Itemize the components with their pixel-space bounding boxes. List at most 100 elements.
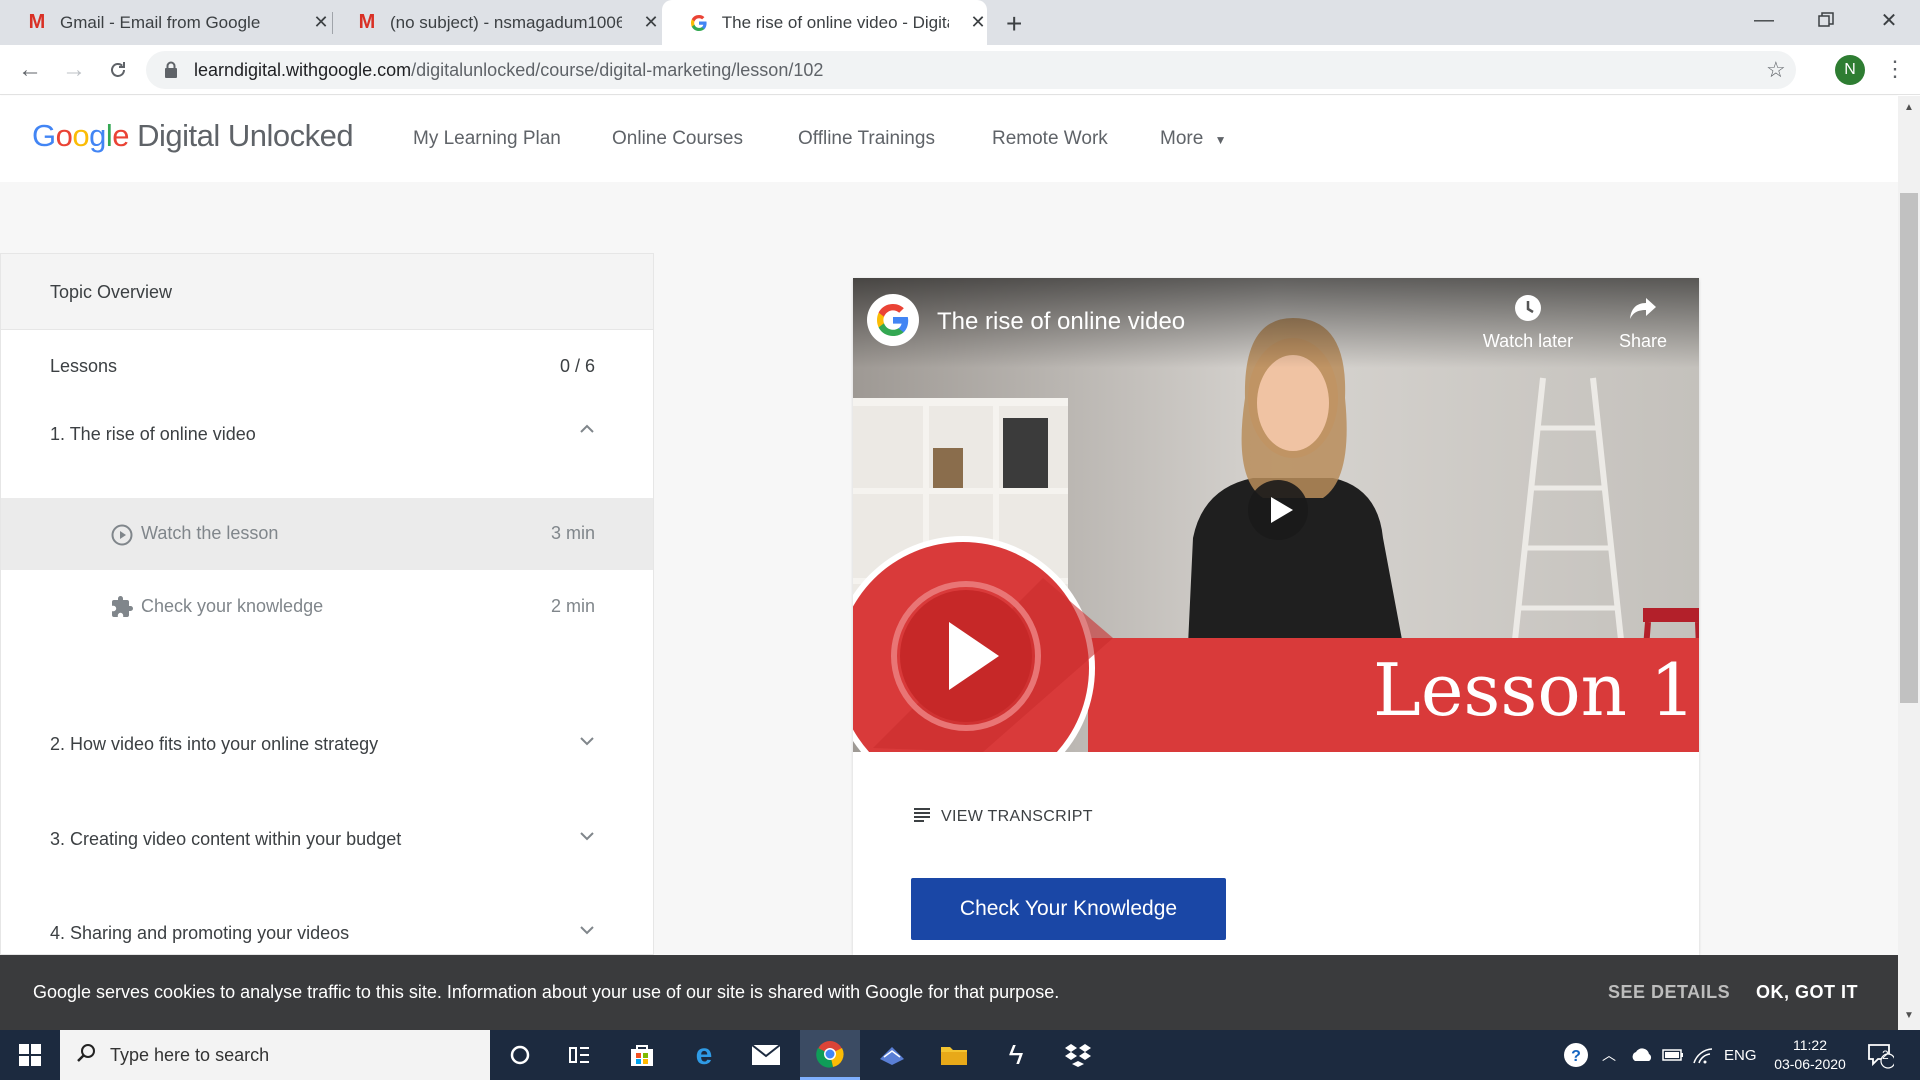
back-icon[interactable]: ←: [10, 45, 50, 95]
tab-no-subject[interactable]: M (no subject) - nsmagadum1006@ ✕: [330, 0, 660, 45]
windows-taskbar: Type here to search e ϟ ? ︿ ENG 11:22 03…: [0, 1030, 1920, 1080]
help-tray-icon[interactable]: ?: [1562, 1030, 1590, 1080]
module-row-2[interactable]: 2. How video fits into your online strat…: [1, 714, 653, 778]
windows-start-icon[interactable]: [0, 1030, 60, 1080]
tab-rise-of-online-video[interactable]: The rise of online video - Digital U ✕: [662, 0, 987, 45]
forward-icon[interactable]: →: [54, 45, 94, 95]
tab-title: (no subject) - nsmagadum1006@: [390, 12, 622, 32]
google-digital-unlocked-logo[interactable]: Google Digital Unlocked: [32, 118, 354, 154]
share-button[interactable]: Share: [1608, 294, 1678, 352]
profile-avatar[interactable]: N: [1835, 55, 1865, 85]
channel-avatar[interactable]: [867, 294, 919, 346]
scroll-up-icon[interactable]: ▲: [1904, 102, 1914, 113]
dropbox-icon[interactable]: [1048, 1030, 1108, 1080]
lesson-item-label: Watch the lesson: [141, 523, 279, 543]
tab-title: Gmail - Email from Google: [60, 12, 261, 32]
task-view-icon[interactable]: [550, 1030, 610, 1080]
nav-offline-trainings[interactable]: Offline Trainings: [798, 128, 935, 150]
watch-later-button[interactable]: Watch later: [1478, 294, 1578, 352]
nav-online-courses[interactable]: Online Courses: [612, 128, 743, 150]
gmail-icon: M: [358, 11, 376, 33]
clock-icon: [1478, 294, 1578, 327]
battery-icon[interactable]: [1662, 1030, 1684, 1080]
site-header: Google Digital Unlocked My Learning Plan…: [0, 96, 1898, 182]
google-icon: [688, 12, 710, 34]
cookie-banner: Google serves cookies to analyse traffic…: [0, 955, 1898, 1030]
puzzle-icon: [110, 595, 134, 624]
lesson-content-card: The rise of online video Watch later Sha…: [853, 278, 1699, 955]
nav-remote-work[interactable]: Remote Work: [992, 128, 1108, 150]
center-play-button[interactable]: [1246, 478, 1310, 547]
file-explorer-icon[interactable]: [924, 1030, 984, 1080]
taskbar-search-box[interactable]: Type here to search: [60, 1030, 490, 1080]
new-tab-button[interactable]: +: [1006, 8, 1022, 40]
browser-menu-icon[interactable]: ⋮: [1884, 57, 1906, 81]
taskbar-clock[interactable]: 11:22 03-06-2020: [1766, 1030, 1854, 1080]
tab-gmail[interactable]: M Gmail - Email from Google ✕: [0, 0, 330, 45]
close-icon[interactable]: ✕: [642, 12, 660, 33]
close-icon[interactable]: ✕: [312, 12, 330, 33]
edge-icon[interactable]: e: [674, 1030, 734, 1080]
video-player[interactable]: The rise of online video Watch later Sha…: [853, 278, 1699, 752]
lock-icon: [164, 61, 178, 84]
clock-date: 03-06-2020: [1774, 1056, 1846, 1072]
topic-overview-row[interactable]: Topic Overview: [1, 254, 653, 330]
language-indicator[interactable]: ENG: [1724, 1030, 1757, 1080]
action-center-icon[interactable]: 2: [1866, 1030, 1894, 1080]
chrome-icon[interactable]: [800, 1030, 860, 1080]
caret-down-icon: ▼: [1214, 133, 1227, 147]
logo-product-name: Digital Unlocked: [137, 118, 354, 153]
chevron-down-icon[interactable]: [577, 731, 597, 751]
view-transcript-link[interactable]: VIEW TRANSCRIPT: [913, 806, 1093, 827]
tray-expand-icon[interactable]: ︿: [1602, 1030, 1616, 1080]
logo-letter: o: [55, 118, 73, 153]
tab-title: The rise of online video - Digital U: [721, 12, 949, 32]
module-title: 3. Creating video content within your bu…: [50, 829, 402, 849]
lesson-sidebar: Topic Overview Lessons 0 / 6 1. The rise…: [0, 253, 654, 955]
remote-desktop-icon[interactable]: [862, 1030, 922, 1080]
cortana-icon[interactable]: [490, 1030, 550, 1080]
window-close-icon[interactable]: ✕: [1860, 0, 1918, 40]
play-circle-icon: [111, 524, 133, 551]
scroll-down-icon[interactable]: ▼: [1904, 1010, 1914, 1021]
video-title[interactable]: The rise of online video: [937, 308, 1185, 336]
lesson-item-knowledge[interactable]: Check your knowledge 2 min: [1, 570, 653, 642]
chevron-down-icon[interactable]: [577, 826, 597, 846]
module-row-3[interactable]: 3. Creating video content within your bu…: [1, 809, 653, 873]
url-text[interactable]: learndigital.withgoogle.com/digitalunloc…: [194, 51, 823, 89]
wifi-icon[interactable]: [1692, 1030, 1714, 1080]
onedrive-icon[interactable]: [1630, 1030, 1654, 1080]
notification-count: 2: [1882, 1048, 1889, 1062]
bookmark-star-icon[interactable]: ☆: [1766, 57, 1786, 83]
google-g-icon: [877, 304, 909, 336]
nav-more[interactable]: More ▼: [1160, 128, 1226, 150]
address-bar[interactable]: learndigital.withgoogle.com/digitalunloc…: [146, 51, 1796, 89]
module-row-4[interactable]: 4. Sharing and promoting your videos: [1, 903, 653, 955]
close-icon[interactable]: ✕: [969, 12, 987, 33]
module-title: 4. Sharing and promoting your videos: [50, 923, 350, 943]
app-bolt-icon[interactable]: ϟ: [986, 1030, 1046, 1080]
svg-text:?: ?: [1571, 1048, 1581, 1065]
check-your-knowledge-button[interactable]: Check Your Knowledge: [911, 878, 1226, 940]
see-details-button[interactable]: SEE DETAILS: [1608, 982, 1730, 1003]
scrollbar-thumb[interactable]: [1900, 193, 1918, 703]
share-label: Share: [1618, 331, 1668, 351]
chevron-down-icon[interactable]: [577, 920, 597, 940]
chevron-up-icon[interactable]: [577, 419, 597, 439]
module-row-1[interactable]: 1. The rise of online video: [1, 389, 653, 449]
microsoft-store-icon[interactable]: [612, 1030, 672, 1080]
browser-toolbar: ← → learndigital.withgoogle.com/digitalu…: [0, 45, 1920, 95]
google-wordmark: Google: [32, 118, 137, 153]
mail-icon[interactable]: [736, 1030, 796, 1080]
ok-got-it-button[interactable]: OK, GOT IT: [1756, 982, 1858, 1003]
minimize-icon[interactable]: —: [1735, 0, 1793, 40]
lesson-item-label: Check your knowledge: [141, 596, 324, 616]
nav-my-learning-plan[interactable]: My Learning Plan: [413, 128, 561, 150]
lesson-item-watch[interactable]: Watch the lesson 3 min: [1, 498, 653, 570]
reload-icon[interactable]: [98, 45, 138, 95]
lesson-item-duration: 3 min: [551, 523, 596, 543]
nav-more-label: More: [1160, 128, 1204, 149]
logo-letter: o: [72, 118, 90, 153]
restore-icon[interactable]: [1797, 0, 1855, 40]
tab-strip: M Gmail - Email from Google ✕ M (no subj…: [0, 0, 1920, 45]
